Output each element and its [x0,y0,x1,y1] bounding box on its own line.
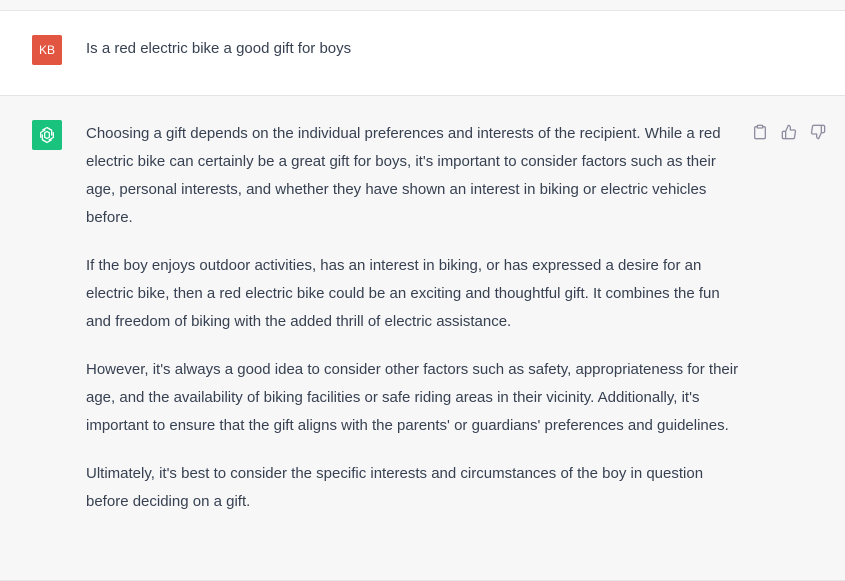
user-message-text: Is a red electric bike a good gift for b… [86,40,352,57]
assistant-avatar [32,120,62,150]
clipboard-icon [754,124,766,140]
thumbs-down-button[interactable] [808,122,828,142]
user-message-row: KB Is a red electric bike a good gift fo… [0,11,845,96]
assistant-paragraph: Choosing a gift depends on the individua… [86,125,721,226]
thumbs-down-icon [810,124,826,140]
message-actions [750,122,828,142]
assistant-message-body: Choosing a gift depends on the individua… [86,120,746,536]
thumbs-up-icon [781,124,797,140]
assistant-paragraph: Ultimately, it's best to consider the sp… [86,465,704,510]
openai-logo-icon [40,126,54,144]
user-avatar: KB [32,35,62,65]
assistant-message-row: Choosing a gift depends on the individua… [0,96,845,581]
assistant-paragraph: If the boy enjoys outdoor activities, ha… [86,257,720,330]
copy-button[interactable] [750,122,770,142]
assistant-paragraph: However, it's always a good idea to cons… [86,361,739,434]
thumbs-up-button[interactable] [779,122,799,142]
top-strip [0,0,845,11]
